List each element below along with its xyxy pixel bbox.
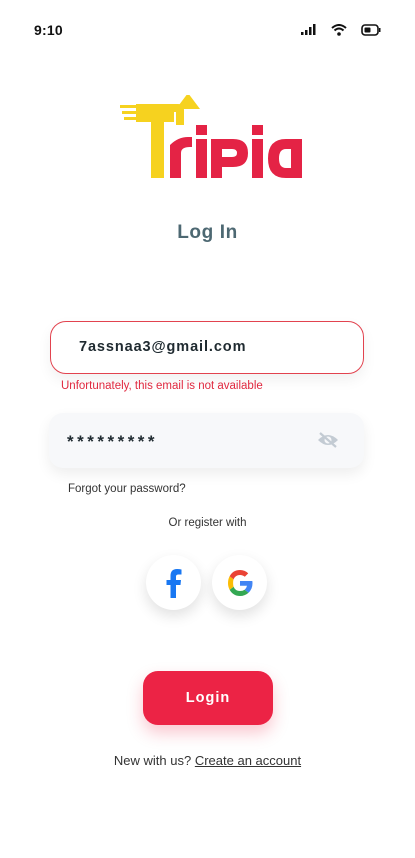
email-field[interactable]: 7assnaa3@gmail.com <box>50 321 364 374</box>
password-input-value: ********* <box>67 432 159 451</box>
wifi-icon <box>331 24 347 36</box>
facebook-button[interactable] <box>146 555 201 610</box>
password-field[interactable]: ********* <box>49 413 364 468</box>
forgot-password-link[interactable]: Forgot your password? <box>68 483 186 495</box>
login-button[interactable]: Login <box>143 671 273 725</box>
google-button[interactable] <box>212 555 267 610</box>
register-with-label: Or register with <box>168 517 247 529</box>
status-time: 9:10 <box>34 22 63 38</box>
signup-line: New with us? Create an account <box>0 753 415 768</box>
status-bar: 9:10 <box>0 0 415 56</box>
email-error-message: Unfortunately, this email is not availab… <box>61 380 263 392</box>
email-input-value: 7assnaa3@gmail.com <box>79 339 247 355</box>
eye-off-icon[interactable] <box>316 429 340 451</box>
page-title: Log In <box>177 222 238 243</box>
signup-prompt: New with us? <box>113 753 192 768</box>
status-icons <box>301 24 381 36</box>
tripia-logo <box>120 95 302 178</box>
signal-icon <box>301 24 316 35</box>
battery-icon <box>361 24 381 36</box>
facebook-icon <box>166 568 181 598</box>
google-icon <box>227 569 252 596</box>
create-account-link[interactable]: Create an account <box>195 753 301 768</box>
